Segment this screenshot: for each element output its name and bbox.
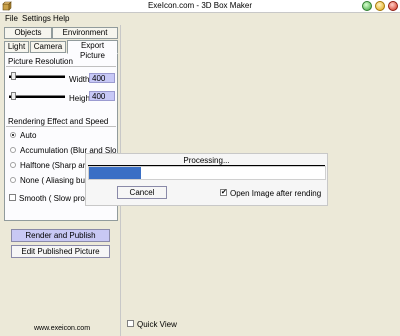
smooth-label: Smooth ( Slow proce: [19, 194, 94, 203]
smooth-checkbox[interactable]: [9, 194, 16, 202]
processing-label: Processing...: [183, 156, 230, 165]
radio-halftone-label: Halftone (Sharp and: [20, 161, 92, 170]
quick-view-checkbox-row[interactable]: Quick View: [127, 320, 177, 329]
menu-bar: File Settings Help: [0, 13, 400, 25]
smooth-checkbox-row[interactable]: Smooth ( Slow proce: [9, 194, 93, 204]
picture-resolution-title: Picture Resolution: [8, 57, 73, 66]
cancel-button[interactable]: Cancel: [117, 186, 167, 199]
radio-none-button[interactable]: [10, 176, 16, 183]
width-slider-track: [9, 75, 65, 78]
radio-auto-button[interactable]: [10, 131, 16, 138]
radio-accumulation-button[interactable]: [10, 146, 16, 153]
width-field[interactable]: 400: [89, 73, 115, 83]
quick-view-label: Quick View: [137, 320, 177, 329]
open-after-checkbox[interactable]: ✔: [220, 189, 227, 197]
open-after-checkbox-row[interactable]: ✔ Open Image after rending: [220, 189, 321, 198]
menu-settings[interactable]: Settings: [22, 14, 51, 23]
edit-published-picture-button[interactable]: Edit Published Picture: [11, 245, 110, 258]
minimize-button[interactable]: [362, 1, 372, 11]
width-label: Width: [69, 75, 90, 84]
divider: [6, 66, 116, 67]
menu-help[interactable]: Help: [53, 14, 69, 23]
tab-export-picture[interactable]: Export Picture: [67, 40, 118, 60]
radio-halftone[interactable]: Halftone (Sharp and: [10, 161, 92, 171]
window-title: ExeIcon.com - 3D Box Maker: [147, 1, 253, 10]
title-bar: ExeIcon.com - 3D Box Maker: [0, 0, 400, 13]
divider: [6, 126, 116, 127]
width-slider-thumb[interactable]: [11, 72, 16, 80]
open-after-label: Open Image after rending: [230, 189, 322, 198]
radio-none[interactable]: None ( Aliasing but Q: [10, 176, 96, 186]
radio-auto[interactable]: Auto: [10, 131, 36, 141]
maximize-button[interactable]: [375, 1, 385, 11]
height-field[interactable]: 400: [89, 91, 115, 101]
height-slider-thumb[interactable]: [11, 92, 16, 100]
quick-view-checkbox[interactable]: [127, 320, 134, 328]
progress-fill: [89, 167, 141, 179]
footer-url[interactable]: www.exeicon.com: [34, 325, 90, 332]
tab-objects[interactable]: Objects: [4, 27, 52, 39]
tab-environment[interactable]: Environment: [52, 27, 118, 39]
render-and-publish-button[interactable]: Render and Publish: [11, 229, 110, 242]
height-slider-track: [9, 95, 65, 98]
tab-camera[interactable]: Camera: [30, 41, 66, 53]
radio-halftone-button[interactable]: [10, 161, 16, 168]
rendering-effect-title: Rendering Effect and Speed: [8, 117, 109, 126]
menu-file[interactable]: File: [5, 14, 18, 23]
radio-auto-label: Auto: [20, 131, 37, 140]
tab-light[interactable]: Light: [4, 41, 29, 53]
close-button[interactable]: [388, 1, 398, 11]
processing-dialog: Processing... Cancel ✔ Open Image after r…: [85, 153, 328, 206]
progress-bar: [88, 166, 326, 180]
